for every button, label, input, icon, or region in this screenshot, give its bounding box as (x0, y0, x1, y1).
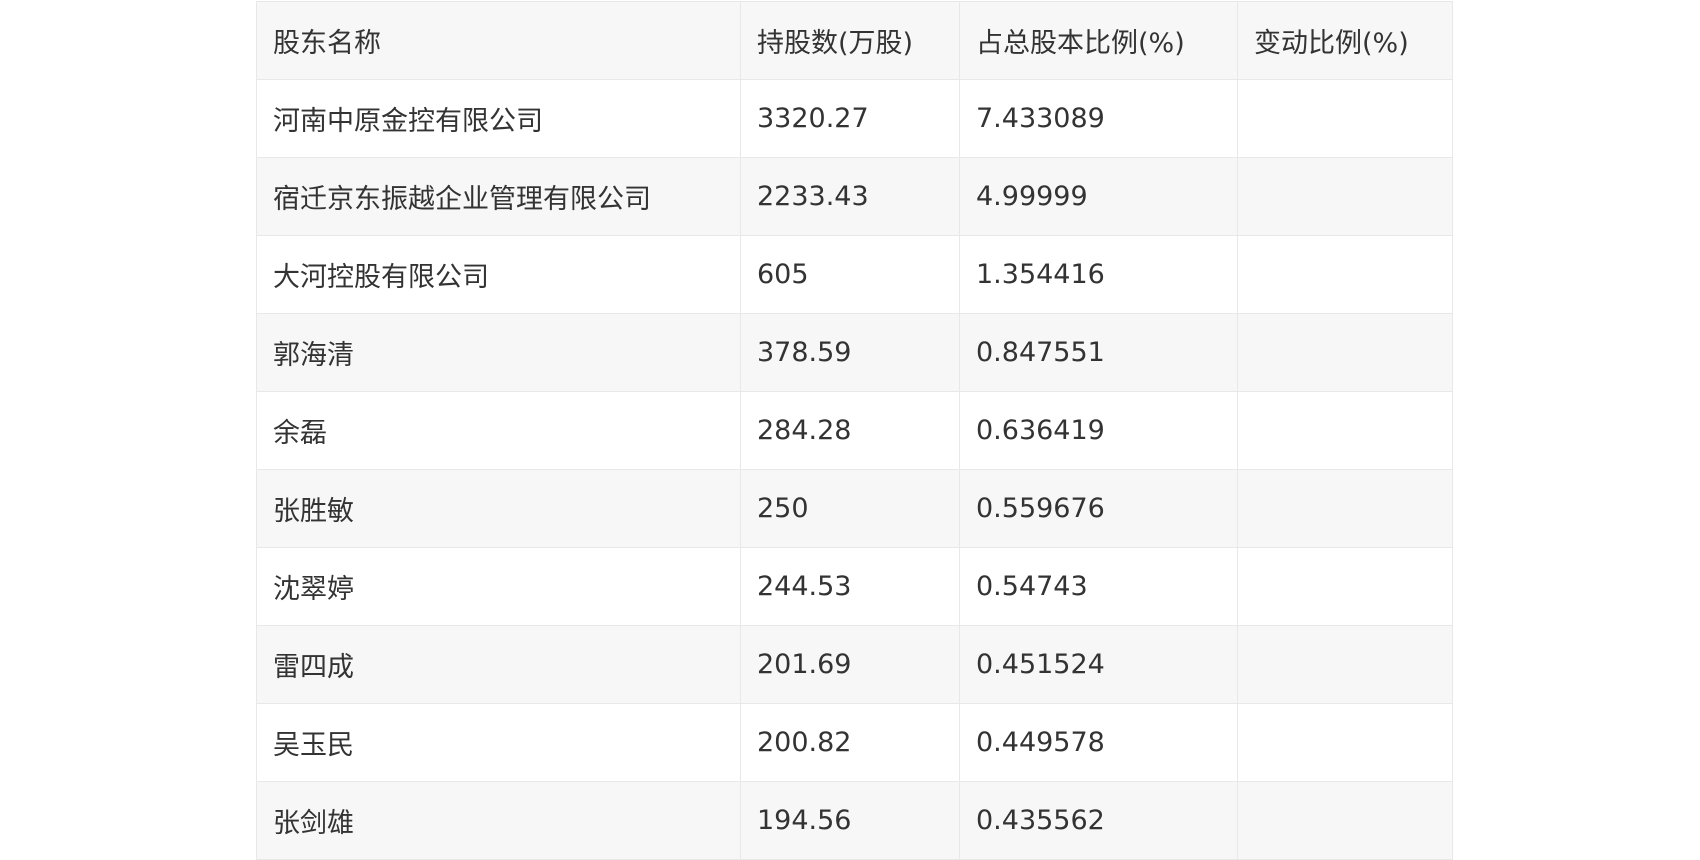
table-row: 张胜敏 250 0.559676 (256, 469, 1453, 548)
cell-shareholder-name: 沈翠婷 (256, 547, 741, 626)
header-row: 股东名称 持股数(万股) 占总股本比例(%) 变动比例(%) (256, 1, 1453, 80)
cell-share-ratio: 0.847551 (959, 313, 1238, 392)
cell-shareholder-name: 大河控股有限公司 (256, 235, 741, 314)
cell-share-ratio: 4.99999 (959, 157, 1238, 236)
cell-share-ratio: 0.435562 (959, 781, 1238, 860)
cell-change-ratio (1237, 391, 1453, 470)
cell-shareholder-name: 张剑雄 (256, 781, 741, 860)
cell-shareholder-name: 河南中原金控有限公司 (256, 79, 741, 158)
shareholder-table-container: 股东名称 持股数(万股) 占总股本比例(%) 变动比例(%) 河南中原金控有限公… (256, 1, 1453, 860)
header-change-ratio: 变动比例(%) (1237, 1, 1453, 80)
cell-change-ratio (1237, 781, 1453, 860)
table-body: 河南中原金控有限公司 3320.27 7.433089 宿迁京东振越企业管理有限… (256, 79, 1453, 860)
cell-share-ratio: 0.636419 (959, 391, 1238, 470)
cell-share-ratio: 7.433089 (959, 79, 1238, 158)
cell-shares-held: 3320.27 (740, 79, 960, 158)
cell-change-ratio (1237, 235, 1453, 314)
cell-share-ratio: 0.449578 (959, 703, 1238, 782)
cell-shares-held: 2233.43 (740, 157, 960, 236)
table-row: 吴玉民 200.82 0.449578 (256, 703, 1453, 782)
cell-shareholder-name: 张胜敏 (256, 469, 741, 548)
table-row: 余磊 284.28 0.636419 (256, 391, 1453, 470)
cell-change-ratio (1237, 79, 1453, 158)
cell-share-ratio: 0.54743 (959, 547, 1238, 626)
cell-shareholder-name: 余磊 (256, 391, 741, 470)
shareholder-table: 股东名称 持股数(万股) 占总股本比例(%) 变动比例(%) 河南中原金控有限公… (256, 1, 1453, 860)
table-row: 沈翠婷 244.53 0.54743 (256, 547, 1453, 626)
cell-change-ratio (1237, 703, 1453, 782)
cell-change-ratio (1237, 157, 1453, 236)
cell-change-ratio (1237, 625, 1453, 704)
cell-shares-held: 194.56 (740, 781, 960, 860)
cell-share-ratio: 0.451524 (959, 625, 1238, 704)
cell-change-ratio (1237, 469, 1453, 548)
cell-shareholder-name: 宿迁京东振越企业管理有限公司 (256, 157, 741, 236)
header-share-ratio: 占总股本比例(%) (959, 1, 1238, 80)
cell-shares-held: 250 (740, 469, 960, 548)
table-row: 河南中原金控有限公司 3320.27 7.433089 (256, 79, 1453, 158)
cell-shares-held: 284.28 (740, 391, 960, 470)
cell-share-ratio: 1.354416 (959, 235, 1238, 314)
table-row: 郭海清 378.59 0.847551 (256, 313, 1453, 392)
table-row: 宿迁京东振越企业管理有限公司 2233.43 4.99999 (256, 157, 1453, 236)
cell-shareholder-name: 吴玉民 (256, 703, 741, 782)
cell-shares-held: 378.59 (740, 313, 960, 392)
cell-shares-held: 200.82 (740, 703, 960, 782)
cell-shareholder-name: 雷四成 (256, 625, 741, 704)
cell-shares-held: 201.69 (740, 625, 960, 704)
cell-change-ratio (1237, 547, 1453, 626)
cell-shareholder-name: 郭海清 (256, 313, 741, 392)
table-header: 股东名称 持股数(万股) 占总股本比例(%) 变动比例(%) (256, 1, 1453, 80)
cell-shares-held: 244.53 (740, 547, 960, 626)
header-shares-held: 持股数(万股) (740, 1, 960, 80)
cell-share-ratio: 0.559676 (959, 469, 1238, 548)
table-row: 大河控股有限公司 605 1.354416 (256, 235, 1453, 314)
cell-change-ratio (1237, 313, 1453, 392)
table-row: 雷四成 201.69 0.451524 (256, 625, 1453, 704)
table-row: 张剑雄 194.56 0.435562 (256, 781, 1453, 860)
cell-shares-held: 605 (740, 235, 960, 314)
header-shareholder-name: 股东名称 (256, 1, 741, 80)
